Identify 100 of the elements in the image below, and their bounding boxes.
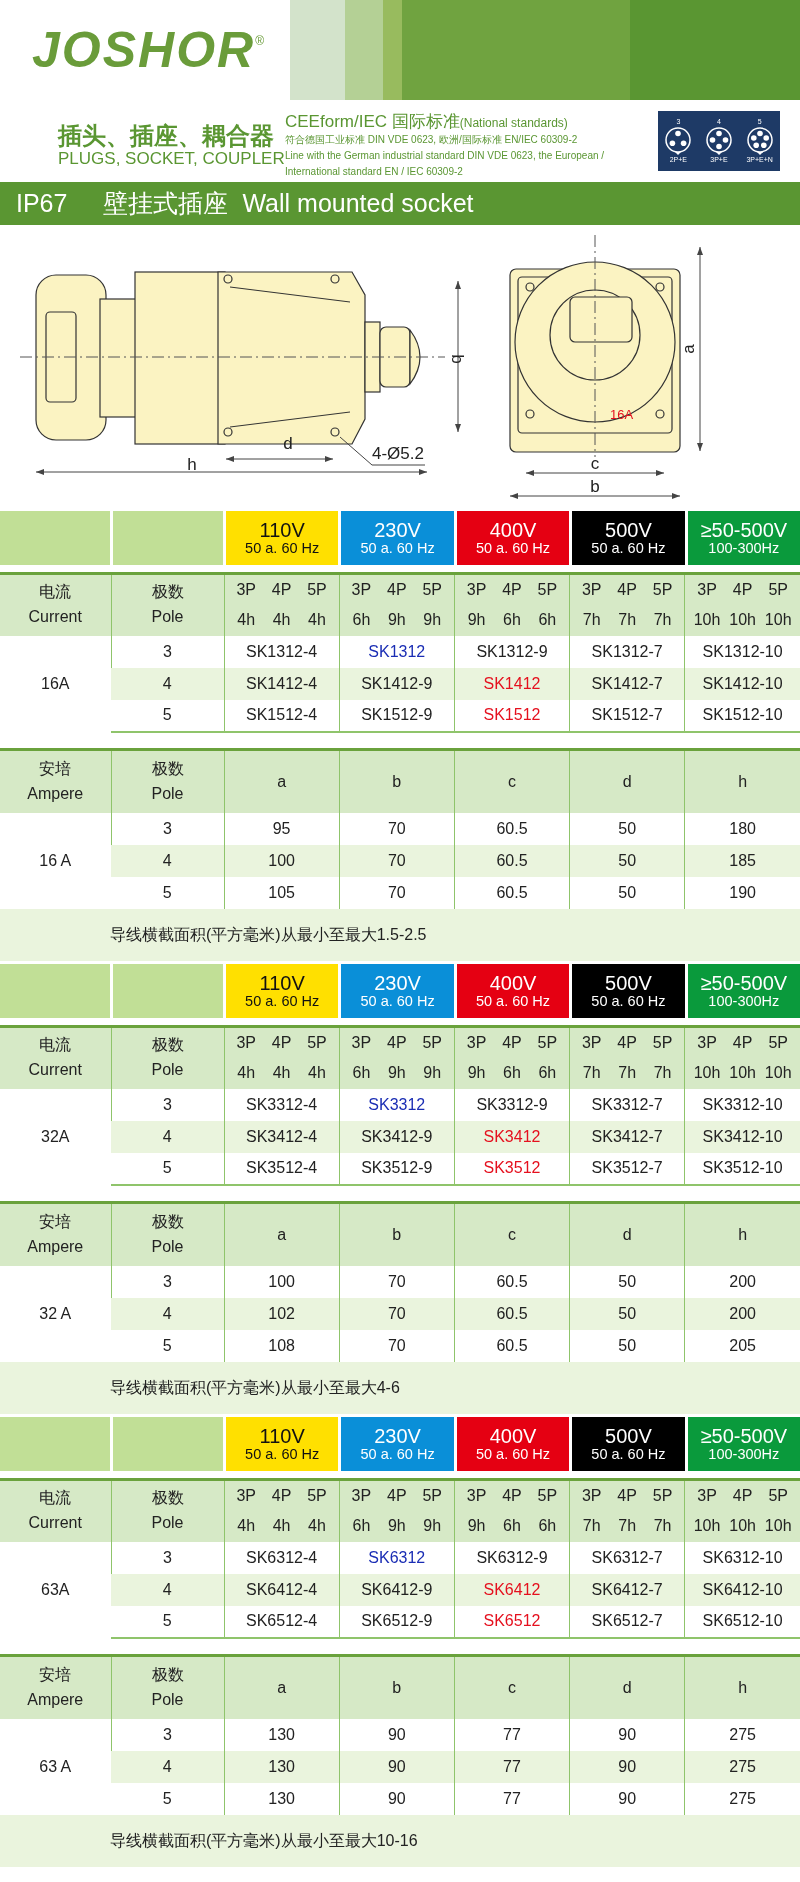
pole-label: 4P xyxy=(617,1486,637,1507)
table-cell: 5 xyxy=(111,1605,224,1638)
pole-label: 3P xyxy=(581,1033,602,1054)
pole-label: 4P xyxy=(732,580,753,601)
hours-label: 10h xyxy=(693,610,721,631)
dimension-label: a xyxy=(679,343,698,354)
model-cell: SK3312-7 xyxy=(569,1088,685,1121)
dimension-label: c xyxy=(590,453,600,473)
hours-label: 4h xyxy=(237,610,256,631)
voltage-label: 500V xyxy=(605,519,652,542)
hours-label: 7h xyxy=(653,610,672,631)
table-cell: 70 xyxy=(339,1298,455,1330)
model-cell: SK6312-4 xyxy=(224,1541,340,1574)
header-label-en: Pole xyxy=(150,1513,185,1534)
pole-label: 3P xyxy=(466,1033,487,1054)
table-cell: 5 xyxy=(111,1152,224,1185)
hours-label: 7h xyxy=(653,1516,672,1537)
model-cell: SK3512-9 xyxy=(339,1152,455,1185)
rating-label: 16A xyxy=(610,406,634,422)
table-cell: 77 xyxy=(454,1751,570,1783)
model-cell: SK3312-9 xyxy=(454,1088,570,1121)
model-cell: SK3412-9 xyxy=(339,1120,455,1153)
frequency-label: 50 a. 60 Hz xyxy=(475,994,551,1010)
catalog-title: 插头、插座、耦合器 xyxy=(58,123,275,150)
brand-logo: JOSHOR xyxy=(32,25,256,75)
pole-label: 3P xyxy=(581,1486,602,1507)
frequency-label: 100-300Hz xyxy=(708,1447,780,1463)
header-label-en: Ampere xyxy=(26,1236,85,1257)
column-header: b xyxy=(339,1202,455,1266)
column-header: d xyxy=(569,749,685,813)
model-cell: SK3512-4 xyxy=(224,1152,340,1185)
pole-label: 5P xyxy=(422,1033,442,1054)
header-label-en: Current xyxy=(27,607,83,628)
pole-label: 4P xyxy=(502,1033,522,1054)
frequency-label: 50 a. 60 Hz xyxy=(591,1447,666,1463)
model-cell: SK3312-10 xyxy=(684,1088,800,1121)
hours-label: 9h xyxy=(423,610,442,631)
column-header: a xyxy=(224,1655,340,1719)
hours-label: 7h xyxy=(582,1516,601,1537)
model-cell: SK1512-4 xyxy=(224,699,340,732)
pole-label: 3P xyxy=(581,580,602,601)
table-cell: 60.5 xyxy=(454,1298,570,1330)
column-header: c xyxy=(454,1655,570,1719)
column-header: h xyxy=(684,749,800,813)
header-label-en: Ampere xyxy=(26,783,85,804)
pole-label: 4P xyxy=(502,580,522,601)
column-header: c xyxy=(454,749,570,813)
hours-label: 6h xyxy=(503,1516,521,1537)
header-label-cn: 电流 xyxy=(38,1488,73,1509)
hours-label: 10h xyxy=(764,1063,792,1084)
pole-label: 4P xyxy=(732,1033,753,1054)
voltage-label: 400V xyxy=(489,972,537,995)
pole-label: 5P xyxy=(537,1033,558,1054)
hours-label: 6h xyxy=(352,610,371,631)
socket-pins-icon xyxy=(664,126,693,156)
header-label-en: Ampere xyxy=(26,1689,85,1710)
model-cell: SK1412-4 xyxy=(224,667,340,700)
column-header: h xyxy=(684,1202,800,1266)
header-label-en: Pole xyxy=(150,1236,185,1257)
pole-label: 3P xyxy=(466,1486,487,1507)
model-cell: SK6512-7 xyxy=(569,1605,685,1638)
frequency-label: 50 a. 60 Hz xyxy=(591,994,666,1010)
header-label-cn: 极数 xyxy=(150,1211,185,1232)
voltage-label: 400V xyxy=(489,519,537,542)
model-cell: SK6412 xyxy=(454,1573,570,1606)
header-label-cn: 安培 xyxy=(38,1211,73,1232)
pole-label: 5P xyxy=(768,580,788,601)
pole-label: 4P xyxy=(502,1486,522,1507)
pole-label: 5P xyxy=(768,1486,788,1507)
pole-label: 4P xyxy=(271,580,292,601)
ampere-cell: 16 A xyxy=(0,813,111,909)
pole-label: 5P xyxy=(652,1486,673,1507)
frequency-label: 50 a. 60 Hz xyxy=(360,994,435,1010)
hours-label: 9h xyxy=(387,610,406,631)
model-cell: SK3412 xyxy=(454,1120,570,1153)
pole-label: 5P xyxy=(307,1033,327,1054)
model-cell: SK1512-9 xyxy=(339,699,455,732)
dimension-label: b xyxy=(448,353,467,364)
model-cell: SK6512-10 xyxy=(684,1605,800,1638)
header-label-en: Current xyxy=(27,1513,83,1534)
header-label-cn: 极数 xyxy=(150,1488,185,1509)
frequency-label: 50 a. 60 Hz xyxy=(360,1447,435,1463)
frequency-label: 50 a. 60 Hz xyxy=(475,1447,551,1463)
table-cell: 4 xyxy=(111,1120,224,1153)
voltage-label: 230V xyxy=(374,972,421,995)
header-label-cn: 极数 xyxy=(150,1664,185,1685)
header-label-en: Pole xyxy=(150,783,185,804)
table-cell: 3 xyxy=(111,1541,224,1574)
model-cell: SK1512-10 xyxy=(684,699,800,732)
table-cell: 4 xyxy=(111,1573,224,1606)
hours-label: 10h xyxy=(693,1063,721,1084)
voltage-label: ≥50-500V xyxy=(700,519,788,542)
pole-label: 3P xyxy=(466,580,487,601)
model-cell: SK3512-10 xyxy=(684,1152,800,1185)
header-label-cn: 极数 xyxy=(150,758,185,779)
hours-label: 9h xyxy=(387,1516,406,1537)
header-label-cn: 安培 xyxy=(38,758,73,779)
model-cell: SK1512 xyxy=(454,699,570,732)
registered-mark: ® xyxy=(255,34,264,48)
voltage-label: 110V xyxy=(259,1425,305,1448)
